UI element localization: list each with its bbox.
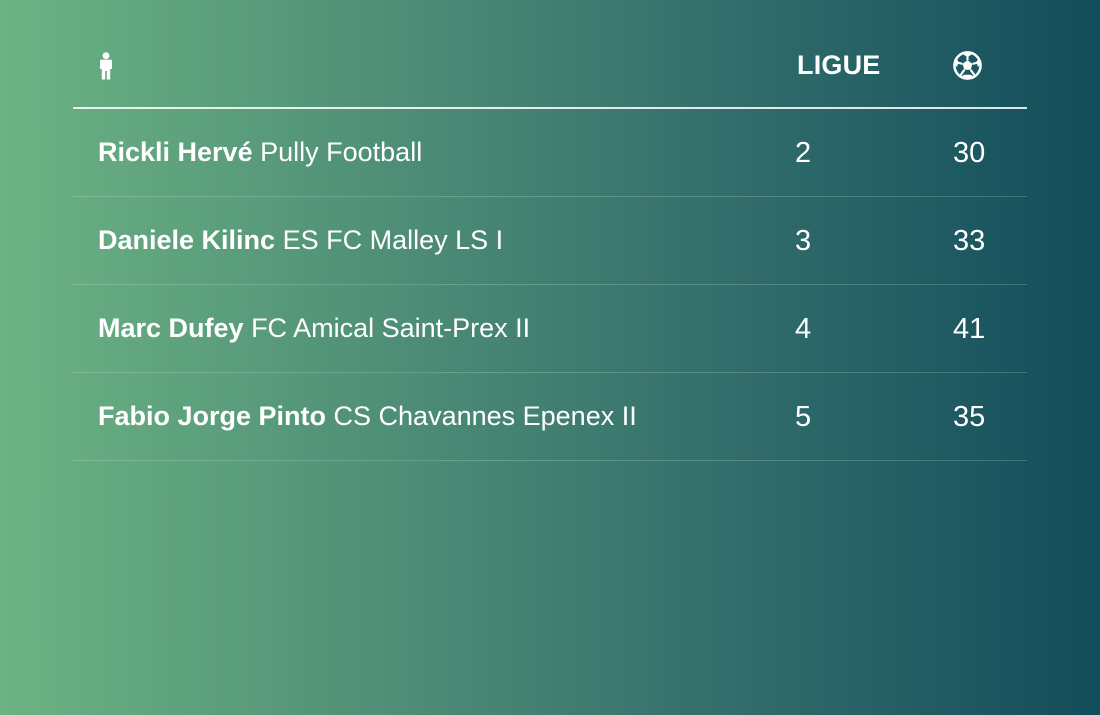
player-club: CS Chavannes Epenex II [333,401,637,431]
table-row: Rickli Hervé Pully Football 2 30 [73,109,1027,197]
goals-value: 33 [953,225,986,257]
player-club: ES FC Malley LS I [282,225,504,255]
league-value: 2 [795,137,812,169]
player-club: Pully Football [260,137,423,167]
goals-value: 30 [953,137,986,169]
league-value: 3 [795,225,812,257]
table-row: Daniele Kilinc ES FC Malley LS I 3 33 [73,197,1027,285]
player-name: Rickli Hervé [98,137,253,167]
table-row: Fabio Jorge Pinto CS Chavannes Epenex II… [73,373,1027,461]
player-club: FC Amical Saint-Prex II [251,313,531,343]
player-cell: Marc Dufey FC Amical Saint-Prex II [98,313,530,344]
person-icon [100,52,112,80]
table-row: Marc Dufey FC Amical Saint-Prex II 4 41 [73,285,1027,373]
goals-value: 41 [953,313,986,345]
player-cell: Rickli Hervé Pully Football [98,137,422,168]
soccer-ball-icon [953,51,982,80]
player-name: Daniele Kilinc [98,225,276,255]
player-cell: Fabio Jorge Pinto CS Chavannes Epenex II [98,401,637,432]
league-column-header: LIGUE [797,50,881,80]
player-cell: Daniele Kilinc ES FC Malley LS I [98,225,503,256]
goals-value: 35 [953,401,986,433]
player-name: Marc Dufey [98,313,244,343]
scorers-table: LIGUE Rickli Hervé Pully Football 2 30 D… [73,40,1027,461]
league-value: 4 [795,313,812,345]
player-name: Fabio Jorge Pinto [98,401,327,431]
league-value: 5 [795,401,812,433]
table-header: LIGUE [73,40,1027,109]
